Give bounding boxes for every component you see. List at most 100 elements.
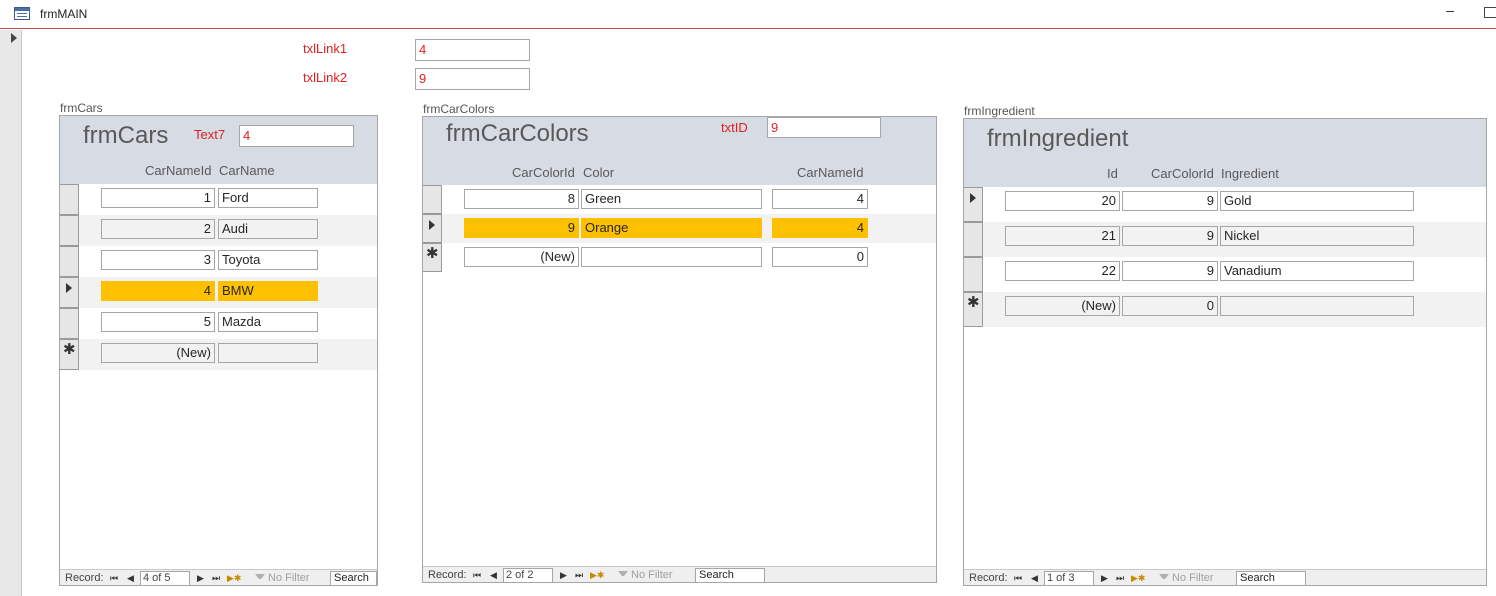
txtID-field[interactable]: 9 [767, 117, 881, 138]
carnameid-cell[interactable]: 2 [101, 219, 215, 239]
carcolorid-cell[interactable]: 9 [1122, 261, 1218, 281]
id-cell[interactable]: 21 [1005, 226, 1120, 246]
carcolorid-cell[interactable]: 9 [1122, 226, 1218, 246]
table-row[interactable]: 21 9 Nickel [964, 222, 1486, 257]
carnameid-cell[interactable]: (New) [101, 343, 215, 363]
col-header-carnameid: CarNameId [797, 165, 864, 180]
first-record-button[interactable]: ⏮ [473, 570, 481, 581]
carnameid-cell[interactable]: 3 [101, 250, 215, 270]
table-row[interactable]: 1 Ford [60, 184, 377, 215]
table-row[interactable]: 8 Green 4 [423, 185, 936, 214]
ingredient-cell[interactable]: Vanadium [1220, 261, 1414, 281]
record-selector[interactable] [60, 184, 79, 215]
search-input[interactable]: Search [330, 571, 377, 585]
minimize-button[interactable]: – [1440, 2, 1460, 22]
text7-field[interactable]: 4 [239, 125, 354, 147]
next-record-button[interactable]: ▶ [560, 570, 567, 581]
carnameid-cell[interactable]: 0 [772, 247, 868, 267]
first-record-button[interactable]: ⏮ [1014, 573, 1022, 584]
carcolorid-cell[interactable]: 0 [1122, 296, 1218, 316]
carcolorid-cell[interactable]: 9 [464, 218, 579, 238]
next-record-button[interactable]: ▶ [1101, 573, 1108, 584]
carcolorid-cell[interactable]: 8 [464, 189, 579, 209]
new-record-icon: ✱ [63, 341, 76, 358]
record-selector[interactable] [60, 246, 79, 277]
carnameid-cell[interactable]: 4 [772, 189, 868, 209]
table-row[interactable]: 20 9 Gold [964, 187, 1486, 222]
no-filter-button[interactable]: No Filter [618, 569, 673, 581]
new-record-button[interactable]: ▶✱ [1131, 573, 1145, 584]
carnameid-cell[interactable]: 4 [101, 281, 215, 301]
table-row-new[interactable]: ✱ (New) 0 [964, 292, 1486, 327]
record-selector[interactable] [423, 185, 442, 214]
search-input[interactable]: Search [695, 568, 765, 582]
record-selector[interactable] [964, 187, 983, 222]
table-row[interactable]: 22 9 Vanadium [964, 257, 1486, 292]
ingredient-cell[interactable] [1220, 296, 1414, 316]
carname-cell[interactable]: Toyota [218, 250, 318, 270]
carcolorid-cell[interactable]: 9 [1122, 191, 1218, 211]
txlLink2-label: txlLink2 [303, 70, 348, 85]
table-row-new[interactable]: ✱ (New) 0 [423, 243, 936, 272]
maximize-button[interactable] [1484, 7, 1496, 18]
last-record-button[interactable]: ⏭ [212, 573, 220, 584]
table-row-selected[interactable]: 9 Orange 4 [423, 214, 936, 243]
record-selector[interactable]: ✱ [423, 243, 442, 272]
record-selector[interactable] [60, 277, 79, 308]
carnameid-cell[interactable]: 5 [101, 312, 215, 332]
frmCarColors-title: frmCarColors [446, 120, 589, 147]
ingredient-cell[interactable]: Gold [1220, 191, 1414, 211]
table-row-selected[interactable]: 4 BMW [60, 277, 377, 308]
new-record-button[interactable]: ▶✱ [590, 570, 604, 581]
table-row[interactable]: 3 Toyota [60, 246, 377, 277]
color-cell[interactable] [581, 247, 762, 267]
search-input[interactable]: Search [1236, 571, 1306, 585]
table-row[interactable]: 2 Audi [60, 215, 377, 246]
main-record-selector[interactable] [0, 30, 22, 596]
record-selector[interactable] [60, 308, 79, 339]
previous-record-button[interactable]: ◀ [1031, 573, 1038, 584]
frmCarColors-subform: frmCarColors txtID 9 CarColorId Color Ca… [422, 116, 937, 583]
carname-cell[interactable]: Mazda [218, 312, 318, 332]
table-row[interactable]: 5 Mazda [60, 308, 377, 339]
record-position-input[interactable]: 1 of 3 [1044, 571, 1094, 585]
txlLink1-field[interactable]: 4 [415, 39, 530, 61]
color-cell[interactable]: Green [581, 189, 762, 209]
record-selector[interactable] [964, 222, 983, 257]
id-cell[interactable]: 20 [1005, 191, 1120, 211]
frmIngredient-navigation-bar: Record: ⏮ ◀ 1 of 3 ▶ ⏭ ▶✱ No Filter Sear… [964, 569, 1486, 585]
record-selector[interactable]: ✱ [60, 339, 79, 370]
no-filter-button[interactable]: No Filter [255, 572, 310, 584]
record-selector[interactable] [423, 214, 442, 243]
carname-cell[interactable]: Ford [218, 188, 318, 208]
record-selector[interactable] [60, 215, 79, 246]
carname-cell[interactable]: BMW [218, 281, 318, 301]
filter-icon [1159, 574, 1169, 582]
carnameid-cell[interactable]: 1 [101, 188, 215, 208]
carnameid-cell[interactable]: 4 [772, 218, 868, 238]
previous-record-button[interactable]: ◀ [127, 573, 134, 584]
record-selector[interactable]: ✱ [964, 292, 983, 327]
table-row-new[interactable]: ✱ (New) [60, 339, 377, 370]
txlLink2-field[interactable]: 9 [415, 68, 530, 90]
record-position-input[interactable]: 2 of 2 [503, 568, 553, 582]
first-record-button[interactable]: ⏮ [110, 573, 118, 584]
no-filter-button[interactable]: No Filter [1159, 572, 1214, 584]
record-selector[interactable] [964, 257, 983, 292]
ingredient-cell[interactable]: Nickel [1220, 226, 1414, 246]
carname-cell[interactable]: Audi [218, 219, 318, 239]
last-record-button[interactable]: ⏭ [575, 570, 583, 581]
no-filter-label: No Filter [631, 569, 673, 581]
carcolorid-cell[interactable]: (New) [464, 247, 579, 267]
id-cell[interactable]: 22 [1005, 261, 1120, 281]
previous-record-button[interactable]: ◀ [490, 570, 497, 581]
carname-cell[interactable] [218, 343, 318, 363]
id-cell[interactable]: (New) [1005, 296, 1120, 316]
last-record-button[interactable]: ⏭ [1116, 573, 1124, 584]
record-position-input[interactable]: 4 of 5 [140, 571, 190, 585]
color-cell[interactable]: Orange [581, 218, 762, 238]
col-header-carname: CarName [219, 163, 275, 178]
col-header-id: Id [1107, 166, 1118, 181]
next-record-button[interactable]: ▶ [197, 573, 204, 584]
new-record-button[interactable]: ▶✱ [227, 573, 241, 584]
